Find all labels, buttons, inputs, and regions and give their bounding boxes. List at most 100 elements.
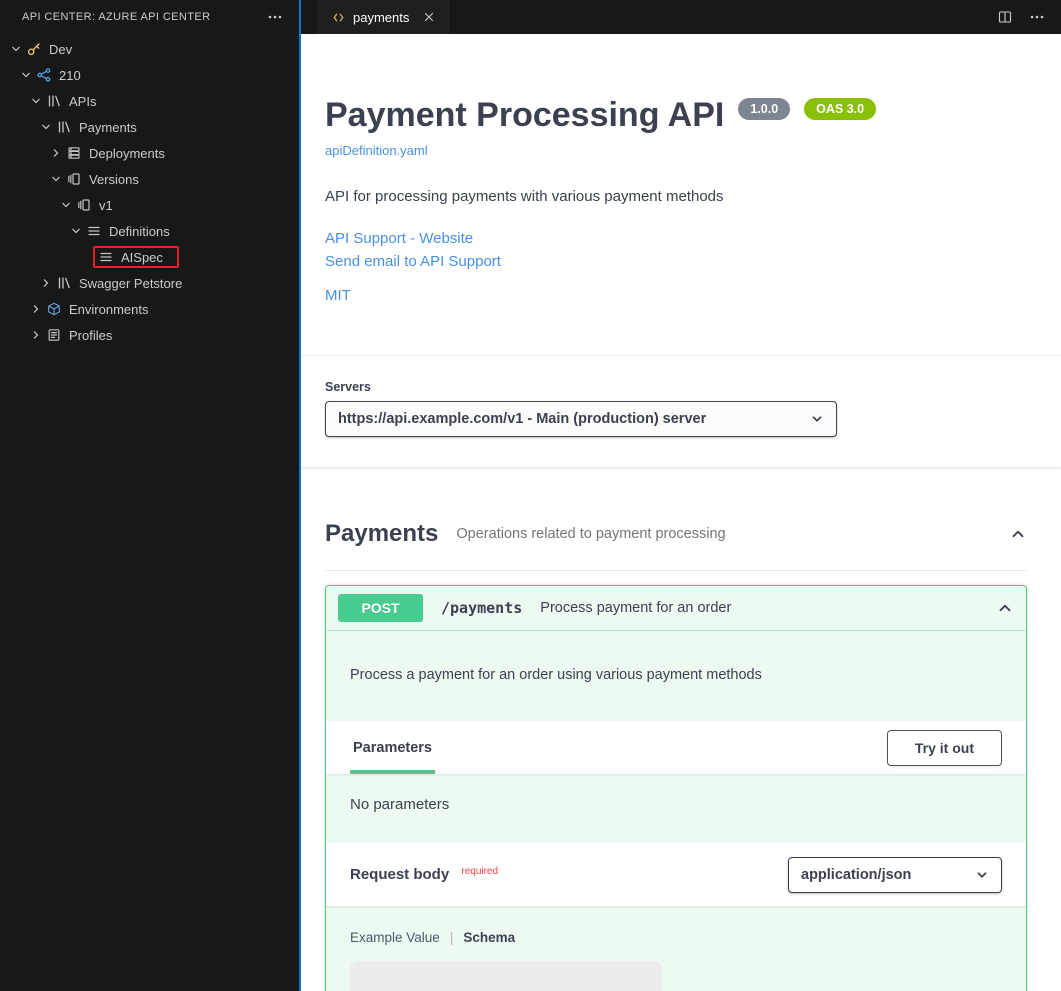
tree-item-label: Profiles: [69, 328, 112, 343]
editor-actions: [997, 0, 1061, 34]
tree-item-label: Deployments: [89, 146, 165, 161]
tree-item-label: 210: [59, 68, 81, 83]
api-title: Payment Processing API: [325, 96, 724, 135]
payments-tag-header[interactable]: Payments Operations related to payment p…: [325, 520, 1027, 571]
chevron-down-icon[interactable]: [16, 67, 35, 83]
editor-area: payments Payment Processing API 1.0.0 OA…: [301, 0, 1061, 991]
model-example-section: Example Value | Schema: [326, 906, 1026, 991]
tab-payments[interactable]: payments: [318, 0, 449, 34]
chevron-down-icon[interactable]: [66, 223, 85, 239]
schema-tab[interactable]: Schema: [463, 930, 515, 945]
sidebar-more-actions-icon[interactable]: [267, 9, 283, 25]
api-center-sidebar: API CENTER: AZURE API CENTER Dev 210 APIs P…: [0, 0, 301, 991]
operation-summary-row[interactable]: POST /payments Process payment for an or…: [326, 586, 1026, 631]
api-center-tree: Dev 210 APIs Payments Deployments Versions v1 D…: [0, 34, 299, 991]
parameters-tab[interactable]: Parameters: [350, 721, 435, 774]
chevron-right-icon[interactable]: [46, 145, 65, 161]
example-code-block[interactable]: [350, 961, 662, 991]
required-label: required: [461, 866, 498, 877]
split-editor-icon[interactable]: [997, 9, 1013, 25]
api-support-website-link[interactable]: API Support - Website: [325, 227, 1037, 250]
tree-item-v1[interactable]: v1: [0, 192, 299, 218]
tree-item-label: Versions: [89, 172, 139, 187]
sidebar-title: API CENTER: AZURE API CENTER: [22, 11, 210, 23]
tree-item-apis[interactable]: APIs: [0, 88, 299, 114]
tag-title: Payments: [325, 520, 438, 548]
api-info-section: Payment Processing API 1.0.0 OAS 3.0 api…: [301, 34, 1061, 355]
tree-item-label: Swagger Petstore: [79, 276, 182, 291]
api-description: API for processing payments with various…: [325, 188, 1037, 205]
close-tab-icon[interactable]: [422, 10, 436, 24]
library-icon: [55, 119, 73, 135]
chevron-down-icon[interactable]: [26, 93, 45, 109]
operation-path: /payments: [441, 599, 522, 617]
tree-item-environments[interactable]: Environments: [0, 296, 299, 322]
chevron-right-icon[interactable]: [26, 301, 45, 317]
tree-item-profiles[interactable]: Profiles: [0, 322, 299, 348]
editor-more-actions-icon[interactable]: [1029, 9, 1045, 25]
tree-item-versions[interactable]: Versions: [0, 166, 299, 192]
chevron-down-icon: [810, 412, 824, 426]
definition-file-link[interactable]: apiDefinition.yaml: [325, 143, 428, 158]
chevron-right-icon[interactable]: [26, 327, 45, 343]
chevron-down-icon[interactable]: [56, 197, 75, 213]
tag-description: Operations related to payment processing: [456, 526, 1009, 542]
example-value-tab[interactable]: Example Value: [350, 930, 440, 945]
chevron-right-icon[interactable]: [36, 275, 55, 291]
server-icon: [65, 145, 83, 161]
api-support-email-link[interactable]: Send email to API Support: [325, 250, 1037, 273]
request-body-label: Request body: [350, 866, 449, 883]
chevron-down-icon[interactable]: [6, 41, 25, 57]
opblock-post-payments: POST /payments Process payment for an or…: [325, 585, 1027, 991]
tree-item-label: Payments: [79, 120, 137, 135]
profile-icon: [45, 327, 63, 343]
tree-item-deployments[interactable]: Deployments: [0, 140, 299, 166]
operation-description: Process a payment for an order using var…: [326, 631, 1026, 721]
editor-tabbar: payments: [301, 0, 1061, 34]
tree-item-210[interactable]: 210: [0, 62, 299, 88]
tab-divider: |: [450, 930, 454, 945]
environment-icon: [45, 301, 63, 317]
content-type-value: application/json: [801, 867, 911, 883]
tab-label: payments: [353, 10, 409, 25]
tree-item-definitions[interactable]: Definitions: [0, 218, 299, 244]
chevron-down-icon[interactable]: [46, 171, 65, 187]
servers-label: Servers: [325, 380, 1037, 394]
vscode-window: API CENTER: AZURE API CENTER Dev 210 APIs P…: [0, 0, 1061, 991]
collapse-section-icon[interactable]: [1009, 525, 1027, 543]
request-body-title: Request body required: [350, 866, 498, 883]
method-badge: POST: [338, 594, 423, 622]
request-body-header: Request body required application/json: [326, 843, 1026, 906]
tree-item-label: APIs: [69, 94, 96, 109]
content-type-select[interactable]: application/json: [788, 857, 1002, 893]
no-parameters-text: No parameters: [326, 774, 1026, 843]
swagger-ui-preview: Payment Processing API 1.0.0 OAS 3.0 api…: [301, 34, 1061, 991]
sidebar-header: API CENTER: AZURE API CENTER: [0, 0, 299, 34]
red-highlight-annotation: AISpec: [93, 246, 179, 268]
chevron-down-icon[interactable]: [36, 119, 55, 135]
tree-item-label: AISpec: [121, 250, 163, 265]
resource-icon: [35, 67, 53, 83]
operation-summary: Process payment for an order: [540, 600, 978, 616]
tree-item-payments[interactable]: Payments: [0, 114, 299, 140]
versions-icon: [65, 171, 83, 187]
collapse-operation-icon[interactable]: [996, 599, 1014, 617]
library-icon: [45, 93, 63, 109]
tree-item-swagger-petstore[interactable]: Swagger Petstore: [0, 270, 299, 296]
server-select[interactable]: https://api.example.com/v1 - Main (produ…: [325, 401, 837, 437]
server-select-value: https://api.example.com/v1 - Main (produ…: [338, 411, 706, 427]
servers-section: Servers https://api.example.com/v1 - Mai…: [301, 355, 1061, 468]
version-badge: 1.0.0: [738, 98, 790, 120]
license-link[interactable]: MIT: [325, 284, 1037, 307]
tree-item-label: Dev: [49, 42, 72, 57]
tree-item-dev[interactable]: Dev: [0, 36, 299, 62]
key-icon: [25, 41, 43, 57]
try-it-out-button[interactable]: Try it out: [887, 730, 1002, 766]
versions-icon: [75, 197, 93, 213]
api-document-icon: [331, 10, 346, 25]
list-icon: [97, 249, 115, 265]
tree-item-label: v1: [99, 198, 113, 213]
oas-version-badge: OAS 3.0: [804, 98, 876, 120]
list-icon: [85, 223, 103, 239]
tree-item-aispec[interactable]: AISpec: [0, 244, 299, 270]
